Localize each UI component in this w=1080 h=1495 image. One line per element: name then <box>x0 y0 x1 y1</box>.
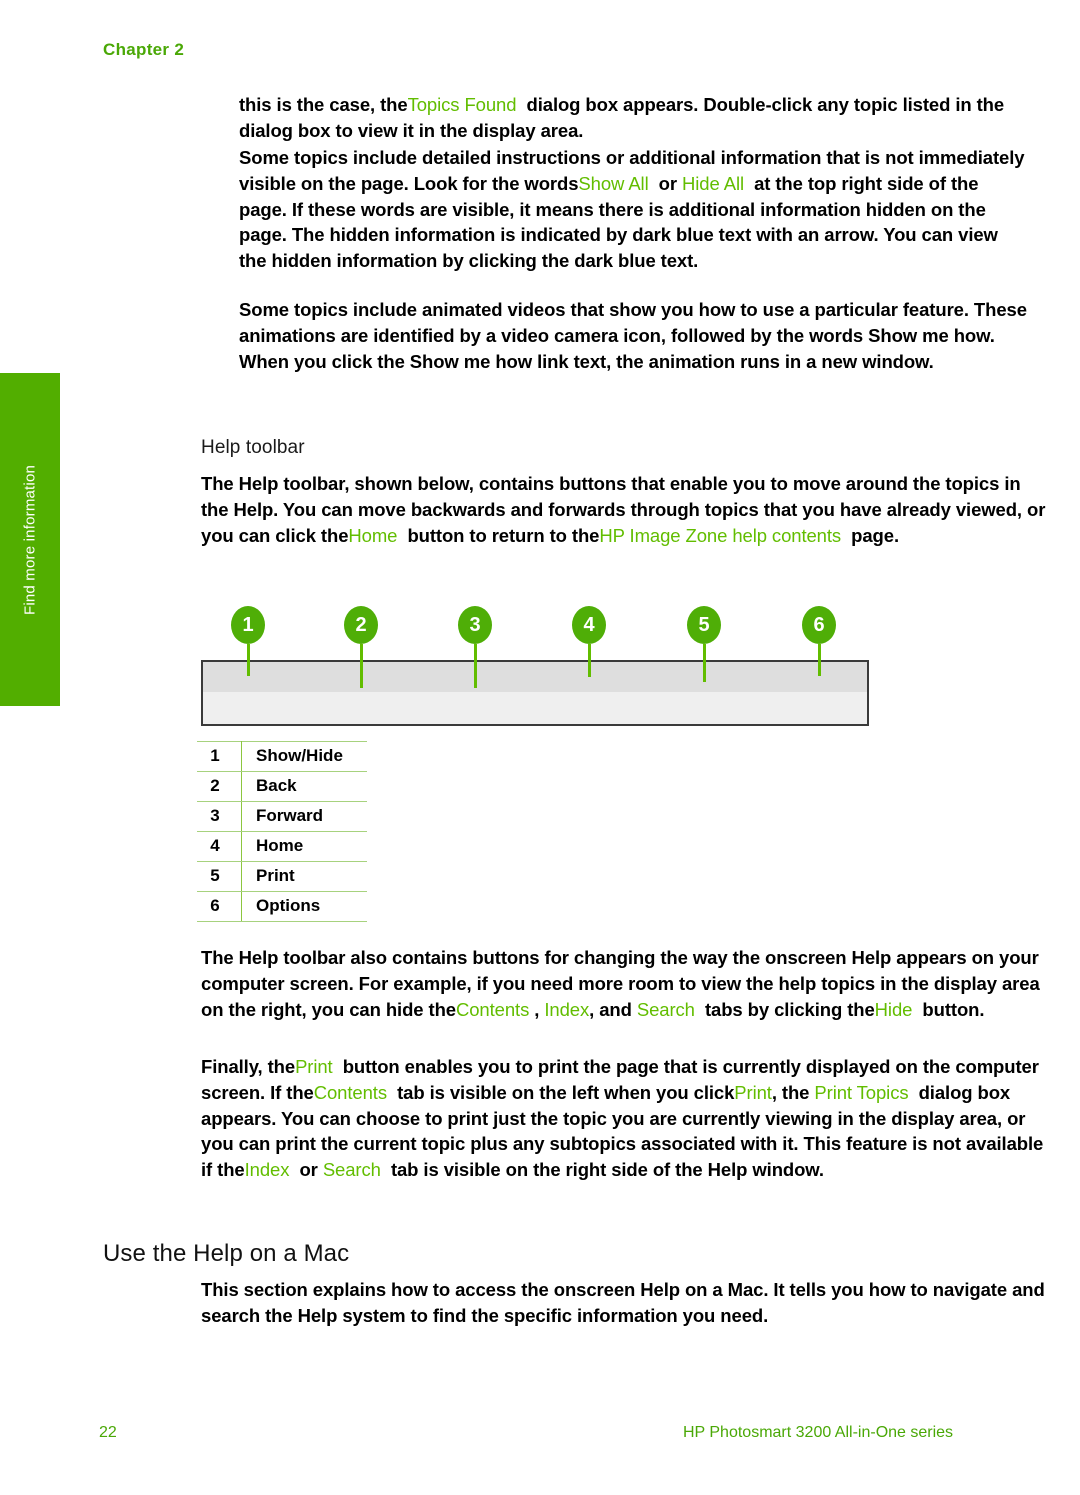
footer-page-number: 22 <box>99 1424 117 1441</box>
link-hp-image-zone-help-contents[interactable]: HP Image Zone help contents <box>599 525 841 546</box>
leader-line-2 <box>360 644 363 688</box>
link-index[interactable]: Index <box>544 999 589 1020</box>
link-contents-2[interactable]: Contents <box>314 1082 387 1103</box>
link-home[interactable]: Home <box>348 525 397 546</box>
paragraph-animated-videos: Some topics include animated videos that… <box>239 299 1027 372</box>
table-row: 4 Home <box>197 831 367 862</box>
legend-number-4: 4 <box>197 831 242 862</box>
callout-3: 3 <box>458 606 492 646</box>
table-row: 5 Print <box>197 861 367 892</box>
callout-3-number: 3 <box>458 606 492 644</box>
callout-6-number: 6 <box>802 606 836 644</box>
leader-line-6 <box>818 644 821 676</box>
link-print-2[interactable]: Print <box>734 1082 772 1103</box>
callout-6: 6 <box>802 606 836 646</box>
p6-text-g: tab is visible on the right side of the … <box>390 1159 824 1181</box>
link-search[interactable]: Search <box>637 999 695 1020</box>
legend-label-2: Back <box>241 771 367 802</box>
leader-line-5 <box>703 644 706 682</box>
link-topics-found[interactable]: Topics Found <box>408 94 517 115</box>
link-print-1[interactable]: Print <box>295 1056 333 1077</box>
callout-4-number: 4 <box>572 606 606 644</box>
paragraph-mac-intro: This section explains how to access the … <box>201 1279 1045 1326</box>
help-toolbar-figure: 1 2 3 4 5 6 <box>201 600 871 730</box>
link-search-2[interactable]: Search <box>323 1159 381 1180</box>
paragraph-show-hide-all: Some topics include detailed instruction… <box>239 145 1029 274</box>
leader-line-1 <box>247 644 250 676</box>
side-tab-label: Find more information <box>21 464 39 615</box>
p5-comma-2: , and <box>589 998 632 1020</box>
legend-label-6: Options <box>241 891 367 922</box>
link-print-topics[interactable]: Print Topics <box>814 1082 908 1103</box>
legend-number-2: 2 <box>197 771 242 802</box>
callout-5: 5 <box>687 606 721 646</box>
p5-text-b: button. <box>922 998 985 1020</box>
p6-text-c: tab is visible on the left when you clic… <box>397 1081 735 1103</box>
callout-legend-table: 1 Show/Hide 2 Back 3 Forward 4 Home 5 Pr… <box>197 741 367 922</box>
p5-text-mid: tabs by clicking the <box>704 998 875 1020</box>
callout-1: 1 <box>231 606 265 646</box>
leader-line-3 <box>474 644 477 688</box>
heading-use-help-on-mac: Use the Help on a Mac <box>103 1240 350 1267</box>
footer-product-name: HP Photosmart 3200 All-in-One series <box>683 1424 954 1441</box>
paragraph-topics-found: this is the case, theTopics Found dialog… <box>239 92 1029 144</box>
leader-line-4 <box>588 644 591 677</box>
subheading-help-toolbar: Help toolbar <box>201 437 305 458</box>
link-hide[interactable]: Hide <box>875 999 913 1020</box>
p2-text-mid: or <box>658 172 677 194</box>
table-row: 1 Show/Hide <box>197 741 367 772</box>
link-hide-all[interactable]: Hide All <box>682 173 744 194</box>
table-row: 3 Forward <box>197 801 367 832</box>
table-row: 6 Options <box>197 891 367 922</box>
paragraph-help-toolbar-intro: The Help toolbar, shown below, contains … <box>201 471 1046 548</box>
p6-text-d: , the <box>771 1081 810 1103</box>
p5-comma-1: , <box>534 998 540 1020</box>
callout-4: 4 <box>572 606 606 646</box>
link-index-2[interactable]: Index <box>245 1159 290 1180</box>
table-row: 2 Back <box>197 771 367 802</box>
p4-text-mid: button to return to the <box>407 524 600 546</box>
paragraph-hide-tabs: The Help toolbar also contains buttons f… <box>201 945 1046 1022</box>
legend-label-1: Show/Hide <box>241 741 367 772</box>
side-tab-find-more-information: Find more information <box>0 373 62 706</box>
help-toolbar-screenshot <box>201 660 869 726</box>
paragraph-print-button: Finally, thePrint button enables you to … <box>201 1054 1046 1183</box>
legend-number-3: 3 <box>197 801 242 832</box>
legend-number-1: 1 <box>197 741 242 772</box>
legend-number-5: 5 <box>197 861 242 892</box>
callout-2-number: 2 <box>344 606 378 644</box>
p6-text-a: Finally, the <box>201 1056 296 1077</box>
link-show-all[interactable]: Show All <box>578 173 648 194</box>
p1-text-a: this is the case, the <box>239 94 408 115</box>
link-contents[interactable]: Contents <box>456 999 529 1020</box>
callout-2: 2 <box>344 606 378 646</box>
legend-label-5: Print <box>241 861 367 892</box>
legend-label-3: Forward <box>241 801 367 832</box>
p4-text-b: page. <box>851 524 899 546</box>
p6-text-f: or <box>299 1159 318 1181</box>
callout-5-number: 5 <box>687 606 721 644</box>
callout-1-number: 1 <box>231 606 265 644</box>
legend-number-6: 6 <box>197 891 242 922</box>
legend-label-4: Home <box>241 831 367 862</box>
chapter-label: Chapter 2 <box>103 40 185 59</box>
